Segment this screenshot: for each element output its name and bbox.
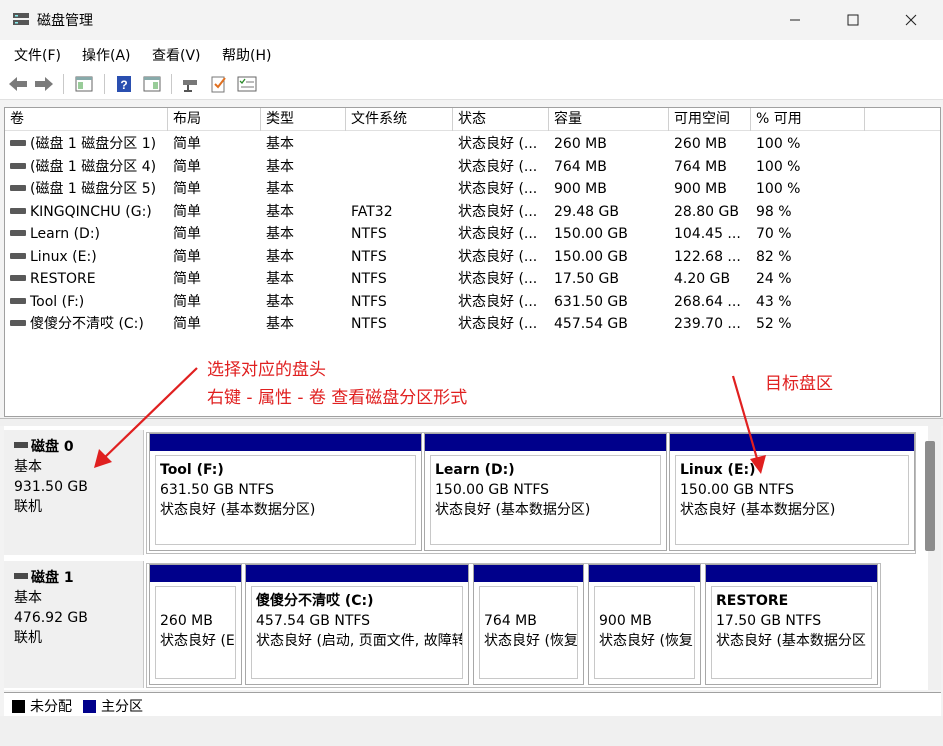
annotation-arrows [94, 367, 766, 474]
arrow-to-disk-header [94, 367, 198, 468]
arrow-to-target-partition [731, 375, 766, 474]
